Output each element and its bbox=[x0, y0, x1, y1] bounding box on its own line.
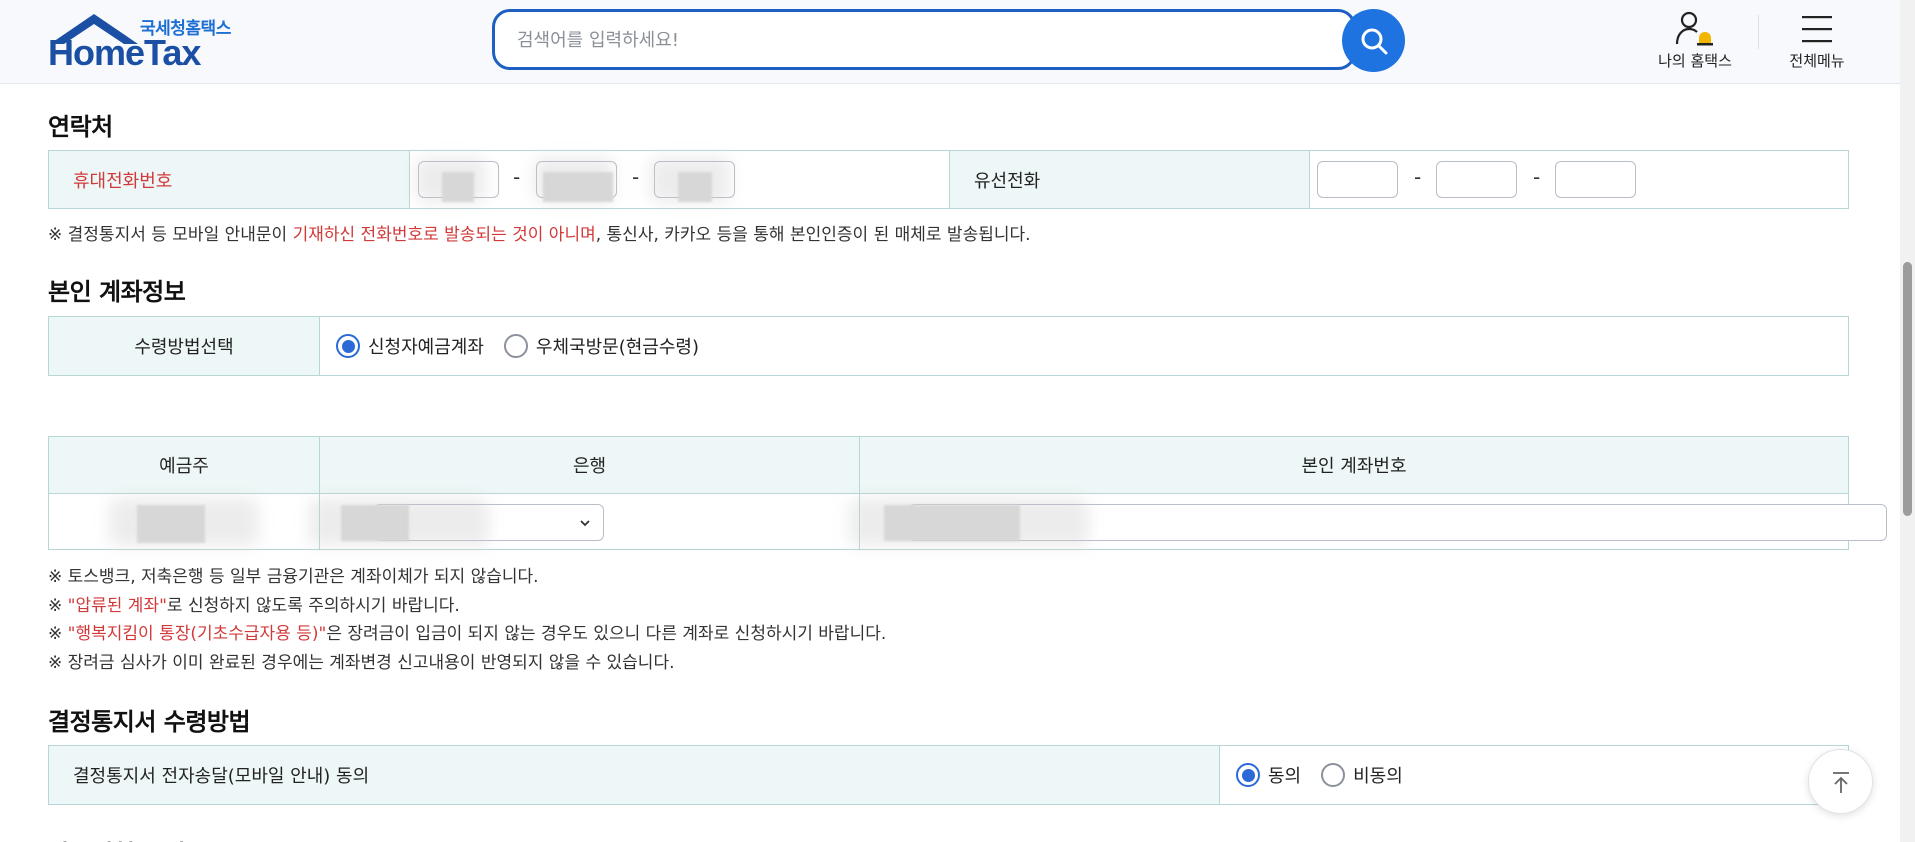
account-section-title: 본인 계좌정보 bbox=[48, 278, 186, 306]
hamburger-menu-icon bbox=[1802, 16, 1832, 43]
masked-holder-name[interactable] bbox=[137, 505, 205, 543]
scrollbar-thumb[interactable] bbox=[1903, 262, 1912, 516]
account-input-row bbox=[49, 494, 1887, 549]
page-scrollbar[interactable] bbox=[1900, 0, 1915, 842]
masked-value bbox=[543, 172, 613, 202]
masked-bank-name bbox=[341, 505, 409, 541]
mobile-label-cell: 휴대전화번호 bbox=[49, 151, 409, 208]
receipt-method-table: 수령방법선택 신청자예금계좌 우체국방문(현금수령) bbox=[48, 316, 1849, 376]
masked-value bbox=[442, 172, 474, 202]
method-options-cell: 신청자예금계좌 우체국방문(현금수령) bbox=[336, 317, 1336, 375]
my-hometax-label: 나의 홈택스 bbox=[1658, 52, 1732, 70]
consent-options-cell: 동의 비동의 bbox=[1236, 746, 1736, 804]
header-divider bbox=[1758, 15, 1759, 49]
consent-label-cell: 결정통지서 전자송달(모바일 안내) 동의 bbox=[49, 746, 1219, 804]
account-note-2: ※ "압류된 계좌"로 신청하지 않도록 주의하시기 바랍니다. bbox=[48, 596, 460, 616]
radio-selected-icon bbox=[336, 334, 360, 358]
consent-label: 결정통지서 전자송달(모바일 안내) 동의 bbox=[73, 766, 370, 787]
notice-section-title: 결정통지서 수령방법 bbox=[48, 708, 251, 736]
mobile-inputs-cell: - - bbox=[410, 151, 998, 208]
col-holder-header: 예금주 bbox=[49, 437, 319, 493]
notice-table: 결정통지서 전자송달(모바일 안내) 동의 동의 비동의 bbox=[48, 745, 1849, 805]
arrow-up-icon bbox=[1832, 771, 1849, 793]
search-icon bbox=[1361, 28, 1387, 54]
landline-inputs-cell: - - bbox=[1310, 151, 1848, 208]
contact-section-title: 연락처 bbox=[48, 113, 113, 141]
radio-unselected-icon bbox=[503, 334, 528, 358]
account-note-1: ※ 토스뱅크, 저축은행 등 일부 금융기관은 계좌이체가 되지 않습니다. bbox=[48, 567, 539, 587]
deposit-account-radio[interactable]: 신청자예금계좌 bbox=[336, 333, 484, 359]
hometax-logo[interactable]: 국세청홈택스 HomeTax bbox=[48, 10, 248, 73]
all-menu-button[interactable]: 전체메뉴 bbox=[1762, 8, 1872, 71]
col-bank-header: 은행 bbox=[320, 437, 859, 493]
radio-unselected-icon bbox=[1321, 763, 1346, 787]
col-number-header: 본인 계좌번호 bbox=[860, 437, 1848, 493]
landline-part1-input[interactable] bbox=[1317, 161, 1398, 198]
top-header: 국세청홈택스 HomeTax 나의 홈택스 bbox=[0, 0, 1915, 84]
post-office-radio[interactable]: 우체국방문(현금수령) bbox=[503, 333, 699, 359]
account-table: 예금주 은행 본인 계좌번호 bbox=[48, 436, 1887, 550]
scroll-to-top-button[interactable] bbox=[1808, 749, 1873, 814]
landline-part3-input[interactable] bbox=[1555, 161, 1636, 198]
contact-note: ※ 결정통지서 등 모바일 안내문이 기재하신 전화번호로 발송되는 것이 아니… bbox=[48, 225, 1031, 245]
masked-account-number bbox=[884, 505, 1020, 541]
disagree-radio[interactable]: 비동의 bbox=[1321, 762, 1403, 788]
mobile-label: 휴대전화번호 bbox=[73, 170, 173, 192]
method-label-cell: 수령방법선택 bbox=[49, 317, 319, 375]
landline-label: 유선전화 bbox=[974, 170, 1041, 192]
search-input[interactable] bbox=[517, 26, 1277, 54]
next-section-title: 자동신청 동의 bbox=[48, 834, 186, 842]
agree-radio[interactable]: 동의 bbox=[1236, 762, 1301, 788]
my-hometax-button[interactable]: 나의 홈택스 bbox=[1640, 8, 1750, 71]
chevron-down-icon bbox=[580, 520, 590, 527]
logo-text: HomeTax bbox=[48, 32, 201, 73]
landline-part2-input[interactable] bbox=[1436, 161, 1517, 198]
account-note-4: ※ 장려금 심사가 이미 완료된 경우에는 계좌변경 신고내용이 반영되지 않을… bbox=[48, 653, 675, 673]
all-menu-label: 전체메뉴 bbox=[1789, 52, 1845, 70]
method-label: 수령방법선택 bbox=[134, 337, 234, 358]
search-bar bbox=[492, 9, 1356, 70]
account-note-3: ※ "행복지킴이 통장(기초수급자용 등)"은 장려금이 입금이 되지 않는 경… bbox=[48, 624, 887, 644]
landline-label-cell: 유선전화 bbox=[950, 151, 1309, 208]
contact-table: 휴대전화번호 - - 유선전화 - - bbox=[48, 150, 1849, 209]
radio-selected-icon bbox=[1236, 763, 1260, 787]
search-button[interactable] bbox=[1342, 9, 1405, 72]
user-bell-icon bbox=[1675, 11, 1713, 46]
masked-value bbox=[678, 172, 712, 202]
